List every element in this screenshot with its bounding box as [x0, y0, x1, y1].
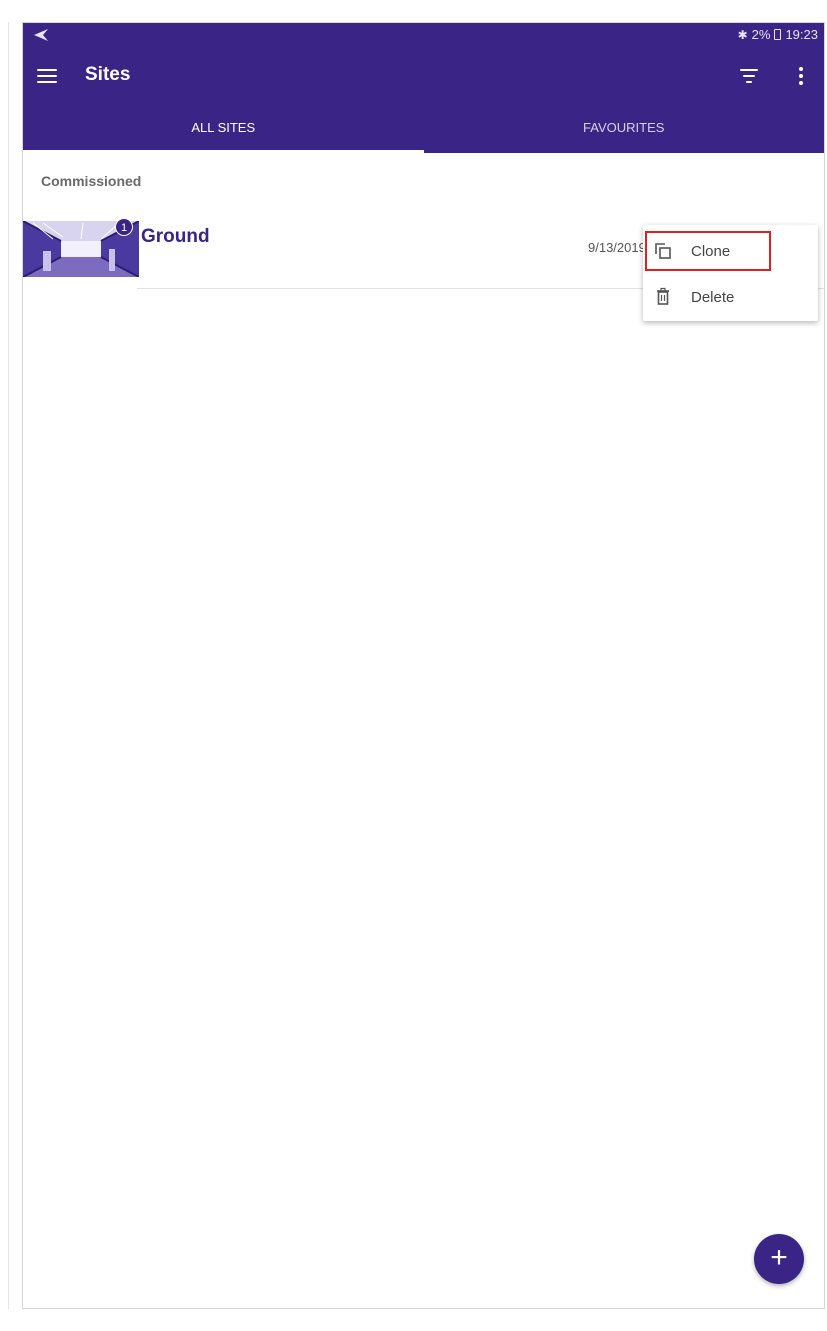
- delete-label: Delete: [691, 289, 735, 306]
- site-date: 9/13/2019: [588, 240, 646, 255]
- clone-menu-item[interactable]: Clone: [643, 229, 818, 273]
- tab-bar: ALL SITES FAVOURITES: [23, 118, 824, 153]
- delete-menu-item[interactable]: Delete: [643, 275, 818, 319]
- battery-percent: 2%: [751, 27, 771, 42]
- add-icon: +: [770, 1241, 788, 1274]
- menu-icon[interactable]: [37, 69, 57, 87]
- trash-icon: [657, 287, 669, 305]
- battery-icon: [774, 29, 782, 40]
- filter-icon[interactable]: [740, 69, 758, 85]
- tab-all-sites[interactable]: ALL SITES: [23, 118, 424, 153]
- bluetooth-icon: ✱: [737, 27, 748, 42]
- nav-arrow-icon: [34, 29, 48, 41]
- app-screen: ✱ 2% 19:23 Sites ALL SITES FAVOURITES Co…: [22, 22, 825, 1309]
- tab-indicator: [23, 150, 424, 153]
- status-icons: ✱ 2% 19:23: [738, 27, 818, 42]
- site-badge: 1: [115, 218, 133, 236]
- highlight-box: [645, 231, 771, 271]
- section-header: Commissioned: [41, 173, 142, 189]
- site-name: Ground: [141, 226, 210, 247]
- clock: 19:23: [785, 27, 818, 42]
- app-bar: ✱ 2% 19:23 Sites ALL SITES FAVOURITES: [23, 23, 824, 153]
- add-site-button[interactable]: +: [754, 1234, 804, 1284]
- more-vert-icon[interactable]: [798, 67, 804, 87]
- page-title: Sites: [85, 64, 131, 85]
- context-menu: Clone Delete: [643, 225, 818, 321]
- tab-favourites[interactable]: FAVOURITES: [424, 118, 825, 153]
- status-bar: ✱ 2% 19:23: [23, 23, 824, 49]
- page-edge-line: [8, 22, 9, 1309]
- toolbar: Sites: [23, 59, 824, 99]
